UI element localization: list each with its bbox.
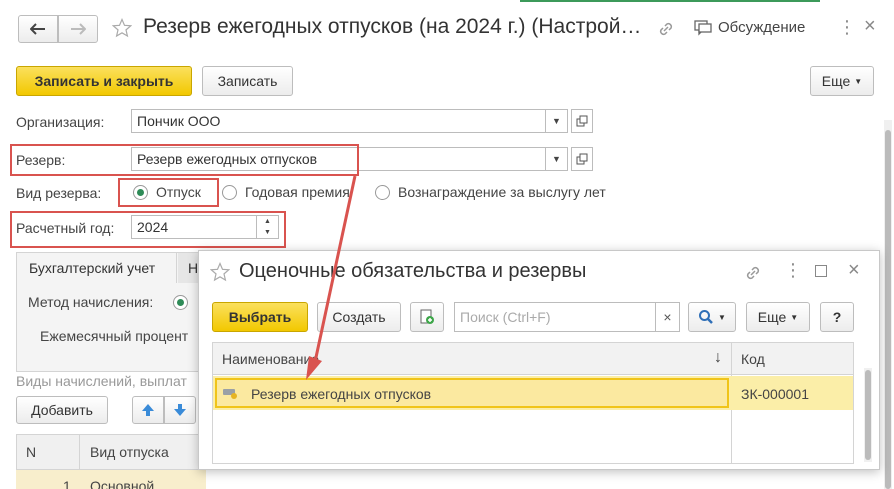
annotation-arrow xyxy=(306,175,357,380)
